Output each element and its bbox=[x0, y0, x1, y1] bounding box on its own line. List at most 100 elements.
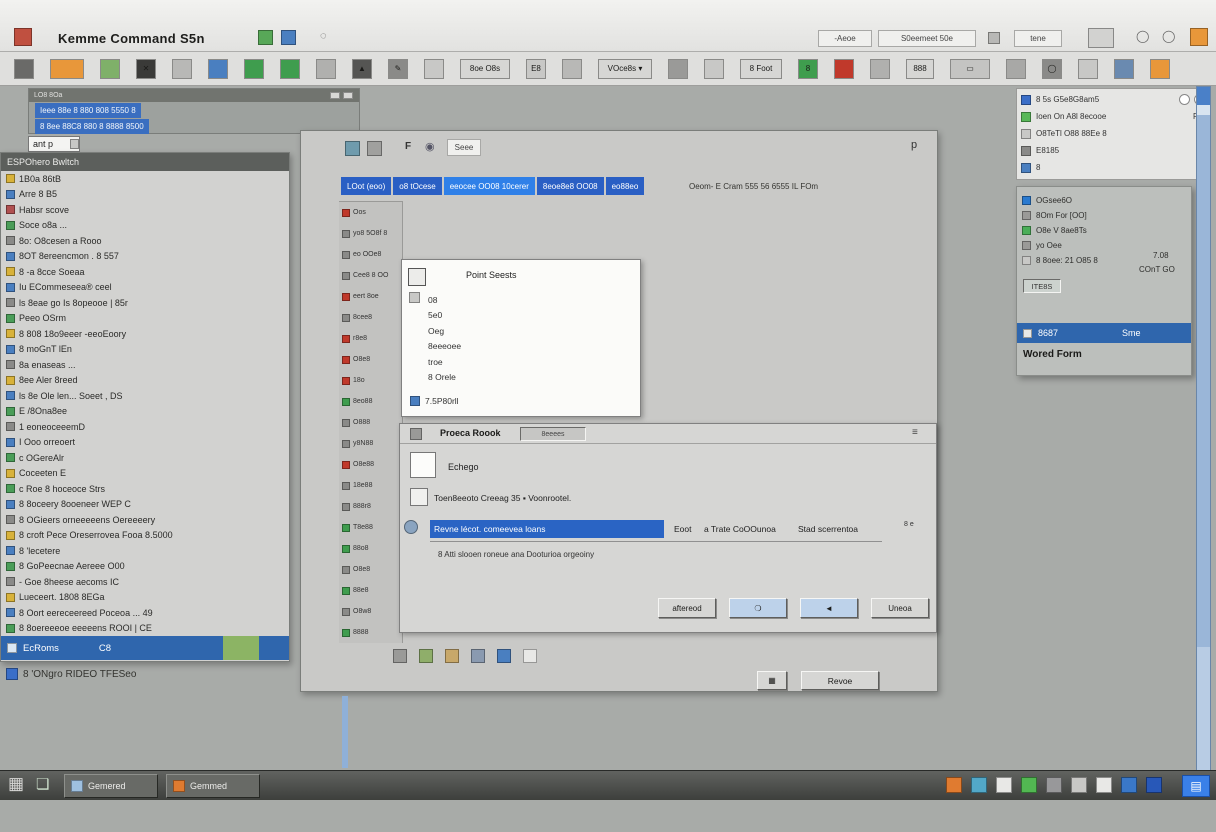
palette-item[interactable]: O888 bbox=[339, 412, 402, 433]
menu-item[interactable]: eo88eo bbox=[606, 177, 645, 195]
file-list-item[interactable]: c OGereAlr bbox=[1, 450, 289, 466]
file-list-item[interactable]: 1B0a 86tB bbox=[1, 171, 289, 187]
menu-item[interactable]: 8eoe8e8 OO08 bbox=[537, 177, 604, 195]
palette-item[interactable]: r8e8 bbox=[339, 328, 402, 349]
palette-item[interactable]: yo8 5O8f 8 bbox=[339, 223, 402, 244]
file-list-item[interactable]: 8 -a 8cce Soeaa bbox=[1, 264, 289, 280]
file-list-item[interactable]: 8a enaseas ... bbox=[1, 357, 289, 373]
toolbar-button[interactable] bbox=[1006, 59, 1026, 79]
popup-list-item[interactable]: Oeg bbox=[428, 323, 461, 339]
titlebar-chip[interactable]: Seee bbox=[447, 139, 481, 156]
file-list-item[interactable]: 8 Oort eereceereed Poceoa ... 49 bbox=[1, 605, 289, 621]
file-list-item[interactable]: 8 GoPeecnae Aereee O00 bbox=[1, 559, 289, 575]
close-icon[interactable] bbox=[343, 92, 353, 99]
toolbar-button[interactable] bbox=[704, 59, 724, 79]
tray-icon[interactable] bbox=[1046, 777, 1062, 793]
flag-icon[interactable]: F bbox=[405, 141, 411, 152]
popup-list-item[interactable]: 8 Orele bbox=[428, 370, 461, 386]
toolbar-button[interactable]: VOce8s ▾ bbox=[598, 59, 652, 79]
toolbar-button[interactable] bbox=[50, 59, 84, 79]
scrollbar-track-lower[interactable] bbox=[1197, 647, 1210, 771]
bottom-toolbar-icon[interactable] bbox=[497, 649, 511, 663]
main-window-titlebar[interactable]: F ◉ Seee p bbox=[301, 131, 937, 171]
right-scrollbar[interactable] bbox=[1196, 86, 1211, 772]
palette-item[interactable]: O8e8 bbox=[339, 349, 402, 370]
status-icon-green[interactable] bbox=[258, 30, 273, 45]
bottom-toolbar-icon[interactable] bbox=[393, 649, 407, 663]
tool-icon[interactable] bbox=[367, 141, 382, 156]
toolbar-button[interactable] bbox=[1114, 59, 1134, 79]
palette-item[interactable]: O8e88 bbox=[339, 454, 402, 475]
palette-item[interactable]: 88e8 bbox=[339, 580, 402, 601]
palette-item[interactable]: 88o8 bbox=[339, 538, 402, 559]
file-list-item[interactable]: Iu ECommeseea® ceel bbox=[1, 280, 289, 296]
tray-icon[interactable] bbox=[1096, 777, 1112, 793]
close-icon[interactable]: p bbox=[911, 139, 917, 151]
toolbar-button[interactable]: 888 bbox=[906, 59, 934, 79]
palette-item[interactable]: 18e88 bbox=[339, 475, 402, 496]
palette-item[interactable]: 8cee8 bbox=[339, 307, 402, 328]
file-list-item[interactable]: 8 8oereeeoe eeeeens ROOI | CE bbox=[1, 621, 289, 637]
tray-icon[interactable] bbox=[1021, 777, 1037, 793]
toolbar-button[interactable] bbox=[424, 59, 444, 79]
file-list-item[interactable]: ls 8e Ole len... Soeet , DS bbox=[1, 388, 289, 404]
program-icon-large[interactable] bbox=[410, 452, 436, 478]
toolbar-button[interactable] bbox=[280, 59, 300, 79]
file-list-item[interactable]: Peeo OSrm bbox=[1, 311, 289, 327]
toolbar-button[interactable] bbox=[668, 59, 688, 79]
file-list-item[interactable]: 8o: O8cesen a Rooo bbox=[1, 233, 289, 249]
toolbar-button[interactable]: 8oe O8s bbox=[460, 59, 510, 79]
palette-item[interactable]: T8e88 bbox=[339, 517, 402, 538]
dialog-button[interactable]: Uneoa bbox=[871, 598, 929, 618]
toolbar-button[interactable]: ◯ bbox=[1042, 59, 1062, 79]
file-list-item[interactable]: E /8Ona8ee bbox=[1, 404, 289, 420]
orange-icon[interactable] bbox=[1190, 28, 1208, 46]
toolbar-button[interactable]: 8 Foot bbox=[740, 59, 782, 79]
scrollbar-up-button[interactable] bbox=[1197, 87, 1210, 105]
file-list-item[interactable]: c Roe 8 hoceoce Strs bbox=[1, 481, 289, 497]
circle-icon-1[interactable] bbox=[1179, 94, 1190, 105]
tray-icon[interactable] bbox=[1071, 777, 1087, 793]
program-icon-small[interactable] bbox=[410, 488, 428, 506]
toolbar-button[interactable] bbox=[100, 59, 120, 79]
show-desktop-button[interactable]: ▤ bbox=[1182, 775, 1210, 797]
palette-item[interactable]: O8e8 bbox=[339, 559, 402, 580]
menu-lines-icon[interactable]: ≡ bbox=[912, 427, 918, 438]
file-list-item[interactable]: 8 OGieers orneeeeens Oereeeery bbox=[1, 512, 289, 528]
revoe-button[interactable]: Revoe bbox=[801, 671, 879, 690]
palette-item[interactable]: 888r8 bbox=[339, 496, 402, 517]
toolbar-button[interactable]: 8 bbox=[798, 59, 818, 79]
file-list-item[interactable]: 8OT 8ereencmon . 8 557 bbox=[1, 249, 289, 265]
tray-icon[interactable] bbox=[1146, 777, 1162, 793]
minimize-icon[interactable] bbox=[330, 92, 340, 99]
bottom-toolbar-icon[interactable] bbox=[471, 649, 485, 663]
popup-list-item[interactable]: 08 bbox=[428, 292, 461, 308]
globe-icon[interactable]: ◉ bbox=[425, 140, 435, 153]
panel-icon[interactable] bbox=[1088, 28, 1114, 48]
file-list-item[interactable]: Lueceert. 1808 8EGa bbox=[1, 590, 289, 606]
circle-icon-1[interactable]: ◯ bbox=[1136, 29, 1149, 43]
selected-info-row[interactable]: 8687 Sme bbox=[1017, 323, 1191, 343]
file-list-item[interactable]: 1 eoneoceeemD bbox=[1, 419, 289, 435]
file-list-item[interactable]: Soce o8a ... bbox=[1, 218, 289, 234]
toolbar-button[interactable] bbox=[870, 59, 890, 79]
tray-icon[interactable] bbox=[971, 777, 987, 793]
tray-icon[interactable] bbox=[1121, 777, 1137, 793]
file-list-item[interactable]: ls 8eae go Is 8opeooe | 85r bbox=[1, 295, 289, 311]
panel-row[interactable]: 8 5s G5e8G8am5 bbox=[1017, 91, 1205, 108]
task-button[interactable]: Gemered bbox=[64, 774, 158, 798]
small-icon[interactable] bbox=[988, 32, 1000, 44]
bottom-toolbar-icon[interactable] bbox=[523, 649, 537, 663]
grid-button[interactable]: ▦ bbox=[757, 671, 787, 690]
menubar-chip-3[interactable]: tene bbox=[1014, 30, 1062, 47]
toolbar-button[interactable]: ▲ bbox=[352, 59, 372, 79]
tray-icon[interactable] bbox=[996, 777, 1012, 793]
toolbar-button[interactable] bbox=[562, 59, 582, 79]
toolbar-button[interactable] bbox=[1078, 59, 1098, 79]
file-list-item[interactable]: I Ooo orreoert bbox=[1, 435, 289, 451]
info-row[interactable]: OGsee6O bbox=[1017, 193, 1191, 208]
panel-row[interactable]: O8TeTl O88 88Ee 8 bbox=[1017, 125, 1205, 142]
start-grid-icon[interactable]: ▦ bbox=[8, 774, 24, 794]
dialog-button[interactable]: aftereod bbox=[658, 598, 716, 618]
app-icon[interactable] bbox=[14, 28, 32, 46]
